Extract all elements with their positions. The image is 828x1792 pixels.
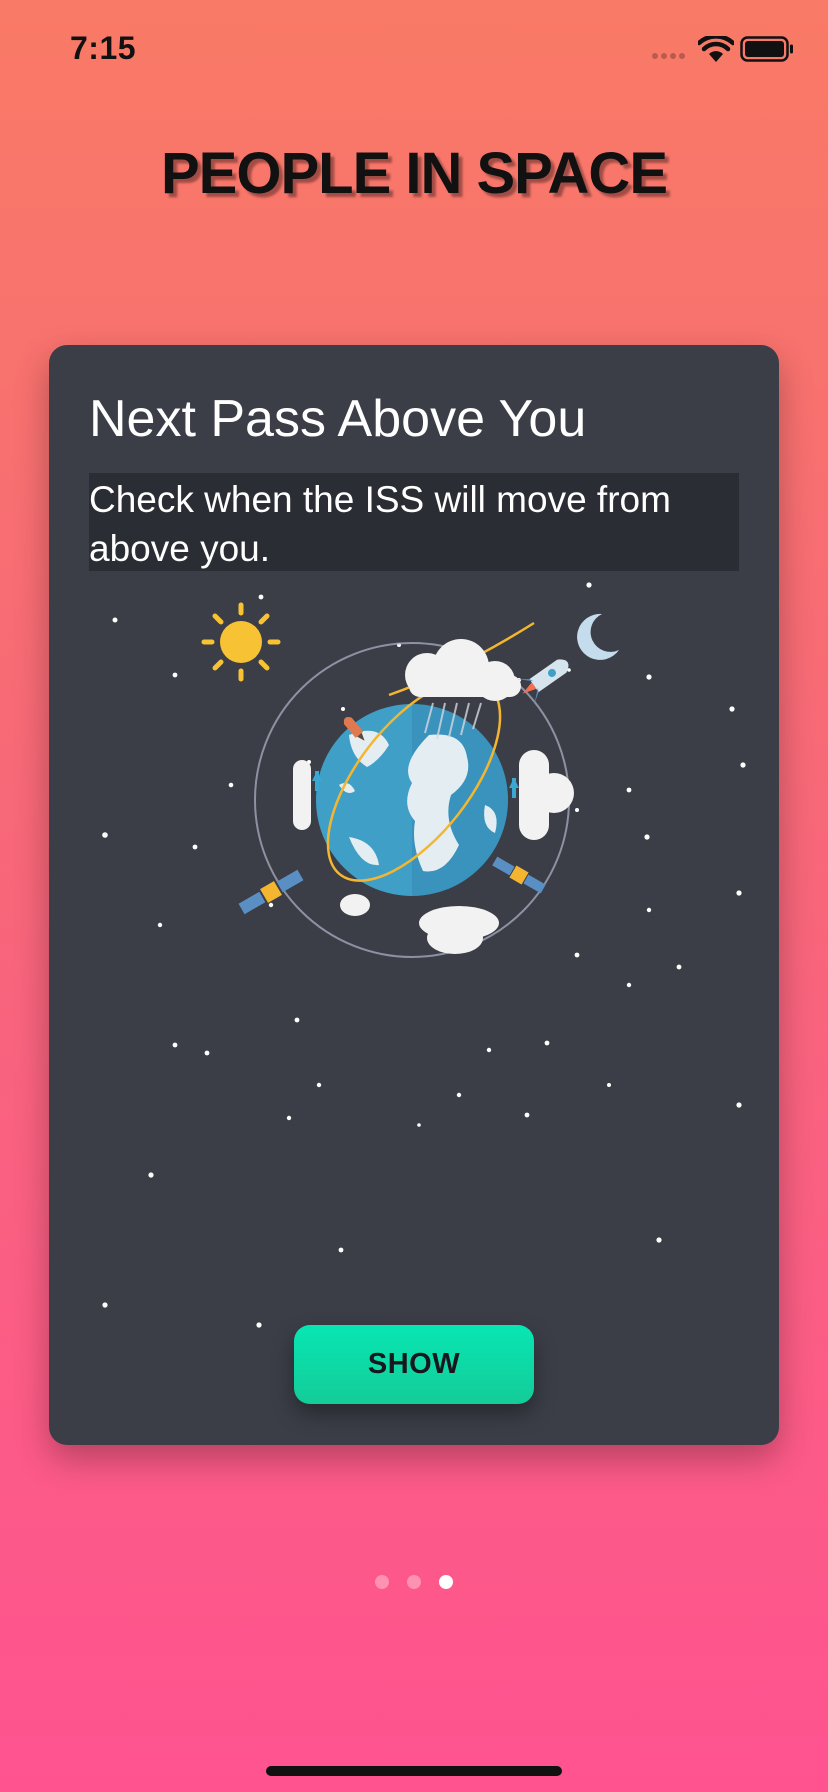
earth-orbit-illustration	[102, 582, 746, 1328]
card-title: Next Pass Above You	[89, 390, 587, 448]
battery-icon	[740, 36, 793, 62]
page-dot-1[interactable]	[375, 1575, 389, 1589]
satellite-icon	[238, 869, 304, 915]
app-title: PEOPLE IN SPACE	[160, 141, 668, 206]
status-bar: 7:15	[0, 0, 828, 100]
left-cloud	[293, 760, 311, 830]
home-indicator[interactable]	[266, 1766, 562, 1776]
wifi-icon	[698, 36, 734, 62]
feature-card: Next Pass Above You Check when the ISS w…	[49, 345, 779, 1445]
globe	[316, 704, 508, 896]
moon-icon	[577, 613, 619, 660]
page-dot-3-active[interactable]	[439, 1575, 453, 1589]
cellular-signal-icon	[652, 53, 685, 59]
show-button[interactable]: SHOW	[294, 1325, 534, 1404]
sun-icon	[201, 602, 281, 682]
satellite-icon-2	[492, 856, 546, 894]
rocket-icon	[517, 659, 569, 704]
status-time: 7:15	[70, 30, 137, 66]
card-description: Check when the ISS will move from above …	[89, 473, 739, 571]
page-indicator[interactable]	[0, 1575, 828, 1589]
bottom-cloud	[340, 894, 499, 954]
page-dot-2[interactable]	[407, 1575, 421, 1589]
